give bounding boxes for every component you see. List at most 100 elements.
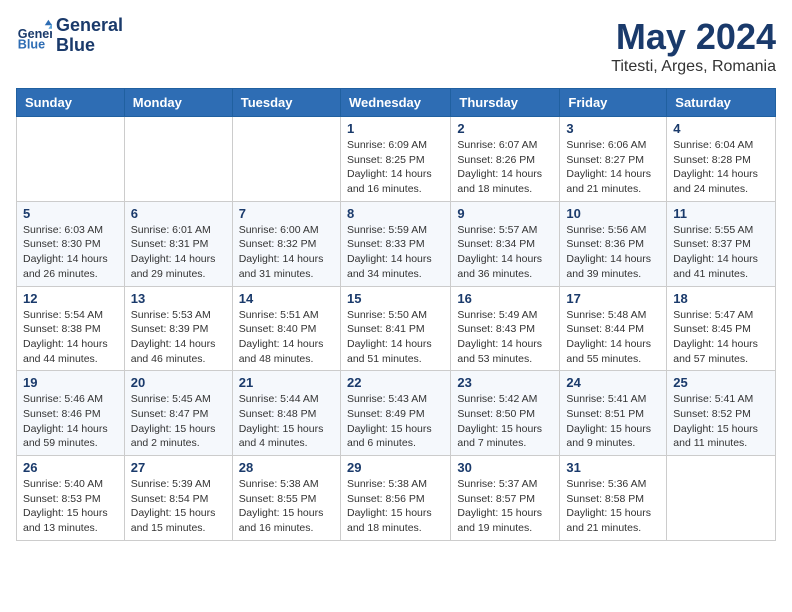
day-detail: Sunrise: 5:38 AM Sunset: 8:56 PM Dayligh… <box>347 477 444 536</box>
calendar-cell <box>232 117 340 202</box>
calendar-cell: 18 Sunrise: 5:47 AM Sunset: 8:45 PM Dayli… <box>667 286 776 371</box>
day-detail: Sunrise: 5:39 AM Sunset: 8:54 PM Dayligh… <box>131 477 226 536</box>
title-block: May 2024 Titesti, Arges, Romania <box>611 16 776 76</box>
day-detail: Sunrise: 5:45 AM Sunset: 8:47 PM Dayligh… <box>131 392 226 451</box>
header-tuesday: Tuesday <box>232 89 340 117</box>
calendar-cell: 5Sunrise: 6:03 AM Sunset: 8:30 PM Daylig… <box>17 201 125 286</box>
day-detail: Sunrise: 5:48 AM Sunset: 8:44 PM Dayligh… <box>566 308 660 367</box>
day-number: 30 <box>457 460 553 475</box>
calendar-cell: 4Sunrise: 6:04 AM Sunset: 8:28 PM Daylig… <box>667 117 776 202</box>
calendar-cell: 17 Sunrise: 5:48 AM Sunset: 8:44 PM Dayli… <box>560 286 667 371</box>
day-number: 6 <box>131 206 226 221</box>
calendar-header: SundayMondayTuesdayWednesdayThursdayFrid… <box>17 89 776 117</box>
day-detail: Sunrise: 6:03 AM Sunset: 8:30 PM Dayligh… <box>23 223 118 282</box>
logo-text: General Blue <box>56 16 123 56</box>
calendar-cell <box>17 117 125 202</box>
calendar-cell: 22Sunrise: 5:43 AM Sunset: 8:49 PM Dayli… <box>340 371 450 456</box>
calendar-cell: 13 Sunrise: 5:53 AM Sunset: 8:39 PM Dayli… <box>124 286 232 371</box>
header-friday: Friday <box>560 89 667 117</box>
day-detail: Sunrise: 5:50 AM Sunset: 8:41 PM Dayligh… <box>347 308 444 367</box>
day-number: 21 <box>239 375 334 390</box>
day-detail: Sunrise: 5:57 AM Sunset: 8:34 PM Dayligh… <box>457 223 553 282</box>
calendar-cell: 28 Sunrise: 5:38 AM Sunset: 8:55 PM Dayli… <box>232 456 340 541</box>
day-detail: Sunrise: 6:06 AM Sunset: 8:27 PM Dayligh… <box>566 138 660 197</box>
day-detail: Sunrise: 5:53 AM Sunset: 8:39 PM Dayligh… <box>131 308 226 367</box>
calendar-cell: 24 Sunrise: 5:41 AM Sunset: 8:51 PM Dayli… <box>560 371 667 456</box>
calendar-cell: 3 Sunrise: 6:06 AM Sunset: 8:27 PM Daylig… <box>560 117 667 202</box>
page-header: General Blue General Blue May 2024 Tites… <box>16 16 776 76</box>
day-detail: Sunrise: 5:49 AM Sunset: 8:43 PM Dayligh… <box>457 308 553 367</box>
calendar-cell: 14 Sunrise: 5:51 AM Sunset: 8:40 PM Dayli… <box>232 286 340 371</box>
day-number: 31 <box>566 460 660 475</box>
day-number: 3 <box>566 121 660 136</box>
calendar-cell: 7Sunrise: 6:00 AM Sunset: 8:32 PM Daylig… <box>232 201 340 286</box>
day-number: 1 <box>347 121 444 136</box>
day-detail: Sunrise: 5:37 AM Sunset: 8:57 PM Dayligh… <box>457 477 553 536</box>
day-number: 11 <box>673 206 769 221</box>
calendar-cell: 11 Sunrise: 5:55 AM Sunset: 8:37 PM Dayli… <box>667 201 776 286</box>
day-number: 28 <box>239 460 334 475</box>
calendar-cell: 25Sunrise: 5:41 AM Sunset: 8:52 PM Dayli… <box>667 371 776 456</box>
calendar-cell: 10Sunrise: 5:56 AM Sunset: 8:36 PM Dayli… <box>560 201 667 286</box>
calendar-cell: 19 Sunrise: 5:46 AM Sunset: 8:46 PM Dayli… <box>17 371 125 456</box>
day-number: 27 <box>131 460 226 475</box>
day-number: 18 <box>673 291 769 306</box>
week-row-2: 5Sunrise: 6:03 AM Sunset: 8:30 PM Daylig… <box>17 201 776 286</box>
day-number: 15 <box>347 291 444 306</box>
calendar-cell: 29 Sunrise: 5:38 AM Sunset: 8:56 PM Dayli… <box>340 456 450 541</box>
day-number: 9 <box>457 206 553 221</box>
calendar-cell: 1Sunrise: 6:09 AM Sunset: 8:25 PM Daylig… <box>340 117 450 202</box>
calendar-cell <box>124 117 232 202</box>
day-detail: Sunrise: 5:51 AM Sunset: 8:40 PM Dayligh… <box>239 308 334 367</box>
day-detail: Sunrise: 6:04 AM Sunset: 8:28 PM Dayligh… <box>673 138 769 197</box>
calendar-title: May 2024 <box>611 16 776 58</box>
calendar-cell: 23 Sunrise: 5:42 AM Sunset: 8:50 PM Dayli… <box>451 371 560 456</box>
header-row: SundayMondayTuesdayWednesdayThursdayFrid… <box>17 89 776 117</box>
day-number: 26 <box>23 460 118 475</box>
day-detail: Sunrise: 5:46 AM Sunset: 8:46 PM Dayligh… <box>23 392 118 451</box>
day-number: 29 <box>347 460 444 475</box>
day-detail: Sunrise: 5:41 AM Sunset: 8:52 PM Dayligh… <box>673 392 769 451</box>
calendar-cell: 21 Sunrise: 5:44 AM Sunset: 8:48 PM Dayli… <box>232 371 340 456</box>
calendar-cell: 2Sunrise: 6:07 AM Sunset: 8:26 PM Daylig… <box>451 117 560 202</box>
day-number: 2 <box>457 121 553 136</box>
day-detail: Sunrise: 5:59 AM Sunset: 8:33 PM Dayligh… <box>347 223 444 282</box>
calendar-subtitle: Titesti, Arges, Romania <box>611 58 776 76</box>
logo-line2: Blue <box>56 36 123 56</box>
day-detail: Sunrise: 5:44 AM Sunset: 8:48 PM Dayligh… <box>239 392 334 451</box>
day-detail: Sunrise: 5:36 AM Sunset: 8:58 PM Dayligh… <box>566 477 660 536</box>
calendar-body: 1Sunrise: 6:09 AM Sunset: 8:25 PM Daylig… <box>17 117 776 541</box>
day-number: 13 <box>131 291 226 306</box>
day-number: 24 <box>566 375 660 390</box>
day-number: 23 <box>457 375 553 390</box>
day-detail: Sunrise: 5:38 AM Sunset: 8:55 PM Dayligh… <box>239 477 334 536</box>
day-number: 16 <box>457 291 553 306</box>
calendar-table: SundayMondayTuesdayWednesdayThursdayFrid… <box>16 88 776 541</box>
day-number: 17 <box>566 291 660 306</box>
day-number: 12 <box>23 291 118 306</box>
day-detail: Sunrise: 5:42 AM Sunset: 8:50 PM Dayligh… <box>457 392 553 451</box>
day-detail: Sunrise: 5:43 AM Sunset: 8:49 PM Dayligh… <box>347 392 444 451</box>
week-row-5: 26 Sunrise: 5:40 AM Sunset: 8:53 PM Dayli… <box>17 456 776 541</box>
day-number: 10 <box>566 206 660 221</box>
calendar-cell <box>667 456 776 541</box>
day-detail: Sunrise: 5:47 AM Sunset: 8:45 PM Dayligh… <box>673 308 769 367</box>
svg-text:Blue: Blue <box>18 37 45 51</box>
header-wednesday: Wednesday <box>340 89 450 117</box>
day-detail: Sunrise: 6:01 AM Sunset: 8:31 PM Dayligh… <box>131 223 226 282</box>
day-detail: Sunrise: 5:55 AM Sunset: 8:37 PM Dayligh… <box>673 223 769 282</box>
day-number: 14 <box>239 291 334 306</box>
day-detail: Sunrise: 5:54 AM Sunset: 8:38 PM Dayligh… <box>23 308 118 367</box>
day-number: 19 <box>23 375 118 390</box>
logo: General Blue General Blue <box>16 16 123 56</box>
day-detail: Sunrise: 5:41 AM Sunset: 8:51 PM Dayligh… <box>566 392 660 451</box>
calendar-cell: 12 Sunrise: 5:54 AM Sunset: 8:38 PM Dayli… <box>17 286 125 371</box>
week-row-4: 19 Sunrise: 5:46 AM Sunset: 8:46 PM Dayli… <box>17 371 776 456</box>
calendar-cell: 6 Sunrise: 6:01 AM Sunset: 8:31 PM Daylig… <box>124 201 232 286</box>
day-detail: Sunrise: 5:40 AM Sunset: 8:53 PM Dayligh… <box>23 477 118 536</box>
calendar-cell: 26 Sunrise: 5:40 AM Sunset: 8:53 PM Dayli… <box>17 456 125 541</box>
header-thursday: Thursday <box>451 89 560 117</box>
header-saturday: Saturday <box>667 89 776 117</box>
calendar-cell: 31 Sunrise: 5:36 AM Sunset: 8:58 PM Dayli… <box>560 456 667 541</box>
week-row-3: 12 Sunrise: 5:54 AM Sunset: 8:38 PM Dayli… <box>17 286 776 371</box>
